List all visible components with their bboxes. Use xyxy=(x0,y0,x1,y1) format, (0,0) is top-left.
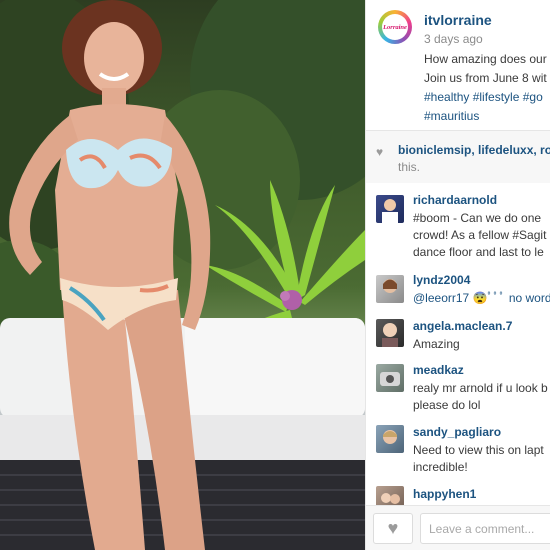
comment-footer: ♥ xyxy=(366,505,550,550)
comment-line: crowd! As a fellow #Sagit xyxy=(413,228,547,242)
photo-illustration xyxy=(0,0,365,550)
comment-text: @leeorr17 😨ﾟﾟﾟ no word xyxy=(413,290,550,307)
likes-section: ♥ bioniclemsip, lifedeluxx, ro this. xyxy=(366,131,550,183)
commenter-avatar[interactable] xyxy=(376,425,404,453)
commenter-avatar[interactable] xyxy=(376,195,404,223)
caption-hashtags[interactable]: #mauritius xyxy=(424,107,550,126)
comment-text: Need to view this on lapt incredible! xyxy=(413,442,544,476)
likes-suffix: this. xyxy=(398,160,421,174)
comment-line: Need to view this on lapt xyxy=(413,443,544,457)
commenter-avatar[interactable] xyxy=(376,364,404,392)
comment-username[interactable]: happyhen1 xyxy=(413,487,476,501)
post-header: Lorraine itvlorraine 3 days ago How amaz… xyxy=(366,0,550,130)
comment-username[interactable]: lyndz2004 xyxy=(413,273,470,287)
comment-username[interactable]: angela.maclean.7 xyxy=(413,319,512,333)
post-timestamp: 3 days ago xyxy=(424,32,483,46)
comment-text: realy mr arnold if u look b please do lo… xyxy=(413,380,548,414)
caption-hashtags[interactable]: #healthy #lifestyle #go xyxy=(424,88,550,107)
comment-line: dance floor and last to le xyxy=(413,245,544,259)
commenter-avatar[interactable] xyxy=(376,319,404,347)
post-photo[interactable] xyxy=(0,0,365,550)
post-sidebar: Lorraine itvlorraine 3 days ago How amaz… xyxy=(365,0,550,550)
post-caption: How amazing does our Join us from June 8… xyxy=(424,50,550,126)
comment-line: Amazing xyxy=(413,337,460,351)
like-button[interactable]: ♥ xyxy=(373,513,413,544)
comment-input[interactable] xyxy=(420,513,550,544)
comment-text: Amazing xyxy=(413,336,460,353)
likers-list[interactable]: bioniclemsip, lifedeluxx, ro xyxy=(398,143,550,157)
comment-username[interactable]: richardaarnold xyxy=(413,193,497,207)
caption-line: Join us from June 8 wit xyxy=(424,71,547,85)
avatar-logo-text: Lorraine xyxy=(383,23,407,31)
comment-line: @leeorr17 😨ﾟﾟﾟ no word xyxy=(413,291,550,305)
comment-line: please do lol xyxy=(413,398,481,412)
comment-username[interactable]: sandy_pagliaro xyxy=(413,425,501,439)
comment-username[interactable]: meadkaz xyxy=(413,363,464,377)
caption-line: How amazing does our xyxy=(424,52,547,66)
heart-icon: ♥ xyxy=(376,145,384,159)
post-username[interactable]: itvlorraine xyxy=(424,12,492,28)
comment-line: incredible! xyxy=(413,460,468,474)
comment-line: #boom - Can we do one xyxy=(413,211,542,225)
heart-icon: ♥ xyxy=(387,518,399,538)
commenter-avatar[interactable] xyxy=(376,275,404,303)
avatar[interactable]: Lorraine xyxy=(378,10,412,44)
comment-line: realy mr arnold if u look b xyxy=(413,381,548,395)
comment-text: #boom - Can we do one crowd! As a fellow… xyxy=(413,210,546,261)
